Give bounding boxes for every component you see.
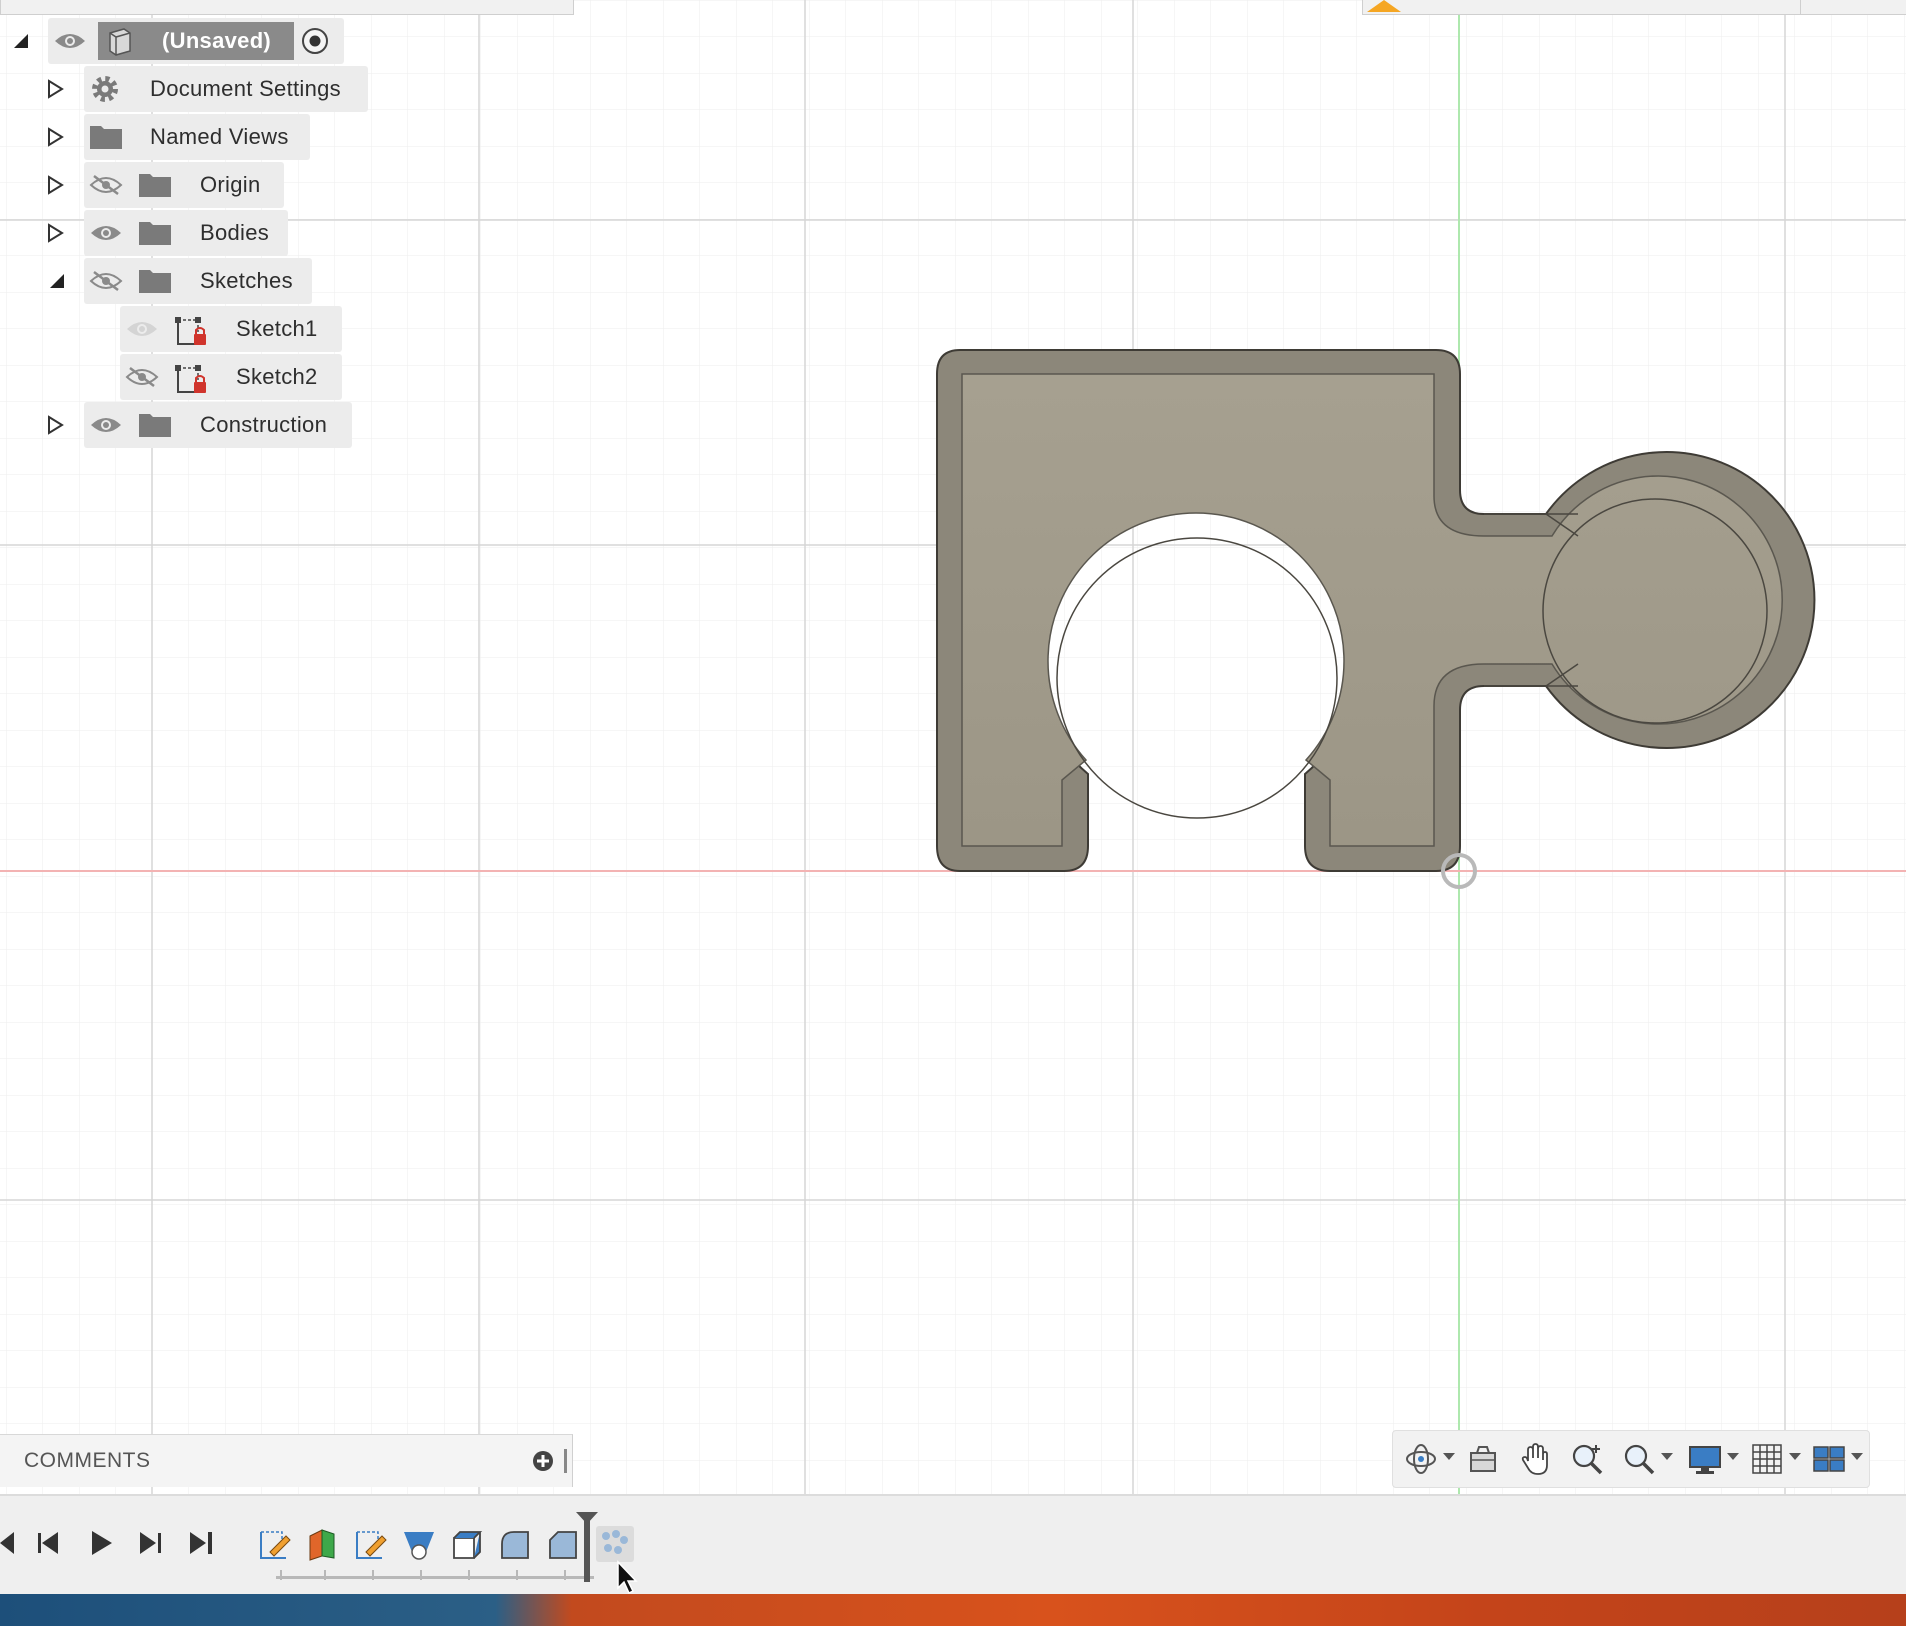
browser-item-label: Sketch2 — [236, 364, 318, 389]
expand-triangle-icon[interactable] — [42, 124, 68, 150]
browser-item-document-settings[interactable]: Document Settings — [0, 66, 380, 112]
folder-icon — [138, 170, 174, 200]
browser-item-sketch2[interactable]: Sketch2 — [0, 354, 350, 400]
grid-dropdown-caret[interactable] — [1789, 1453, 1801, 1460]
timeline-tick — [468, 1570, 470, 1580]
browser-item-sketch1[interactable]: Sketch1 — [0, 306, 350, 352]
timeline-marker-head[interactable] — [576, 1512, 598, 1524]
timeline-marker[interactable] — [584, 1520, 590, 1582]
step-back-icon[interactable] — [34, 1526, 68, 1560]
timeline-chamfer-icon[interactable] — [544, 1526, 582, 1562]
timeline-sketch-icon[interactable] — [256, 1526, 294, 1562]
add-comment-icon[interactable] — [532, 1450, 554, 1472]
eye-slash-icon[interactable] — [88, 172, 124, 198]
browser-item-label: Document Settings — [150, 76, 341, 101]
browser-item-origin[interactable]: Origin — [0, 162, 300, 208]
gear-icon — [89, 73, 121, 105]
notification-bar — [1362, 0, 1802, 15]
browser-item-label: Named Views — [150, 124, 289, 149]
fit-zoom-icon[interactable] — [1621, 1441, 1657, 1477]
expand-triangle-icon[interactable] — [42, 412, 68, 438]
browser-item-construction[interactable]: Construction — [0, 402, 360, 448]
timeline-fillet-icon[interactable] — [496, 1526, 534, 1562]
timeline-box-icon[interactable] — [448, 1526, 486, 1562]
grid-settings-icon[interactable] — [1749, 1441, 1785, 1477]
expand-triangle-icon[interactable] — [42, 172, 68, 198]
viewports-dropdown-caret[interactable] — [1851, 1453, 1863, 1460]
sketch-icon — [174, 360, 210, 396]
toolbar-stub-right — [1800, 0, 1906, 15]
collapse-triangle-icon[interactable] — [44, 268, 70, 294]
step-forward-icon[interactable] — [132, 1526, 166, 1560]
orbit-icon[interactable] — [1403, 1441, 1439, 1477]
timeline-tick — [516, 1570, 518, 1580]
component-icon — [104, 25, 136, 57]
timeline — [0, 1494, 1906, 1596]
timeline-sketch-icon[interactable] — [352, 1526, 390, 1562]
viewports-icon[interactable] — [1811, 1441, 1847, 1477]
browser-item-named-views[interactable]: Named Views — [0, 114, 330, 160]
folder-icon — [89, 122, 125, 152]
collapse-triangle-icon[interactable] — [8, 28, 34, 54]
folder-icon — [138, 266, 174, 296]
browser-item-label: Sketch1 — [236, 316, 318, 341]
root-label: (Unsaved) — [162, 28, 272, 53]
go-to-end-icon[interactable] — [184, 1526, 218, 1560]
browser-item-sketches[interactable]: Sketches — [0, 258, 320, 304]
timeline-tick — [324, 1570, 326, 1580]
zoom-icon[interactable] — [1569, 1441, 1605, 1477]
expand-triangle-icon[interactable] — [42, 76, 68, 102]
timeline-tick — [372, 1570, 374, 1580]
pan-hand-icon[interactable] — [1517, 1441, 1553, 1477]
browser-item-bodies[interactable]: Bodies — [0, 210, 300, 256]
comments-title: COMMENTS — [24, 1449, 151, 1472]
browser-item-label: Bodies — [200, 220, 270, 245]
go-to-start-icon[interactable] — [0, 1526, 26, 1560]
mouse-cursor-icon — [616, 1560, 640, 1596]
comments-panel[interactable]: COMMENTS — [0, 1434, 573, 1487]
panel-resize-handle[interactable] — [564, 1449, 567, 1473]
timeline-tick — [420, 1570, 422, 1580]
display-dropdown-caret[interactable] — [1727, 1453, 1739, 1460]
browser-item-label: Origin — [200, 172, 261, 197]
orbit-dropdown-caret[interactable] — [1443, 1453, 1455, 1460]
desktop-background — [0, 1594, 1906, 1626]
eye-icon[interactable] — [88, 220, 124, 246]
timeline-tick — [564, 1570, 566, 1580]
display-settings-icon[interactable] — [1687, 1441, 1723, 1477]
sketch-icon — [174, 312, 210, 348]
play-icon[interactable] — [84, 1526, 118, 1560]
timeline-pattern-icon[interactable] — [596, 1526, 634, 1562]
browser-item-label: Construction — [200, 412, 328, 437]
folder-icon — [138, 218, 174, 248]
timeline-extrude-icon[interactable] — [304, 1526, 342, 1562]
navigation-toolbar — [1392, 1430, 1870, 1488]
zoom-dropdown-caret[interactable] — [1661, 1453, 1673, 1460]
eye-slash-icon[interactable] — [88, 268, 124, 294]
folder-icon — [138, 410, 174, 440]
expand-triangle-icon[interactable] — [42, 220, 68, 246]
eye-slash-icon[interactable] — [124, 364, 160, 390]
eye-icon[interactable] — [124, 316, 160, 342]
look-at-icon[interactable] — [1465, 1441, 1501, 1477]
radio-icon[interactable] — [300, 26, 330, 56]
browser-root[interactable]: (Unsaved) — [0, 18, 360, 64]
browser-item-label: Sketches — [200, 268, 293, 293]
eye-icon[interactable] — [52, 28, 88, 54]
timeline-revolve-icon[interactable] — [400, 1526, 438, 1562]
warning-icon — [1367, 0, 1401, 12]
eye-icon[interactable] — [88, 412, 124, 438]
timeline-tick — [280, 1570, 282, 1580]
toolbar-stub-left — [0, 0, 574, 15]
